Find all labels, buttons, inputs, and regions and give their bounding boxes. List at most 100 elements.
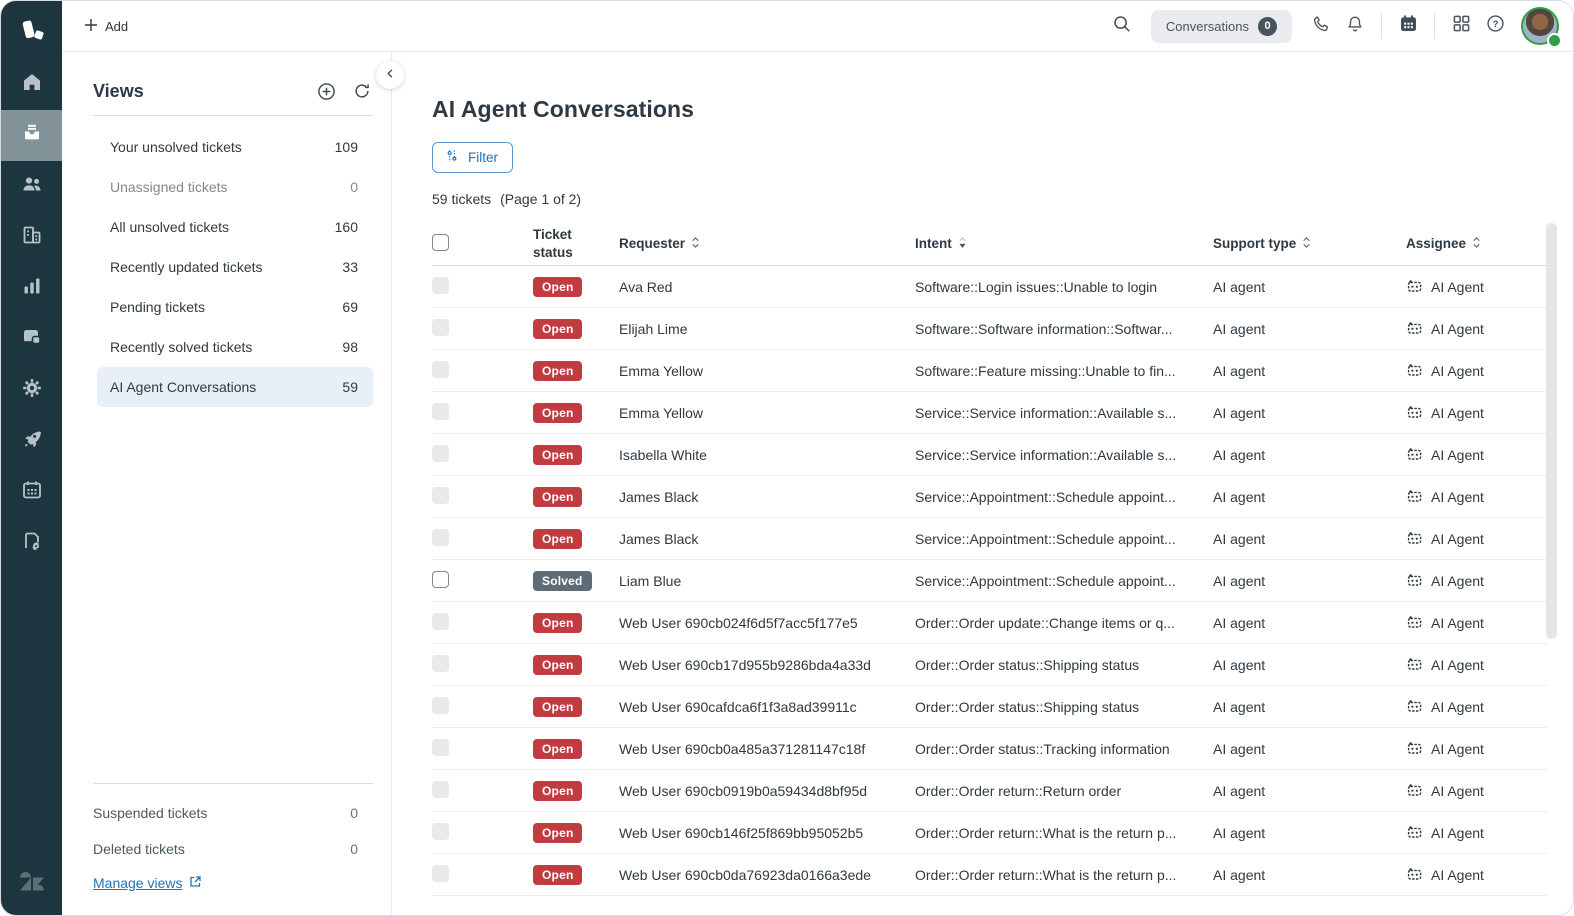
table-row[interactable]: Open Web User 690cb146f25f869bb95052b5 O… — [432, 812, 1547, 854]
quality-assurance-icon — [20, 529, 44, 558]
views-footer-item[interactable]: Deleted tickets 0 — [78, 831, 373, 867]
row-checkbox — [432, 276, 449, 294]
sidebar-item-explore[interactable] — [1, 416, 62, 467]
views-footer-divider — [93, 783, 373, 784]
manage-views-link[interactable]: Manage views — [93, 875, 202, 891]
sidebar-item-tickets[interactable] — [1, 110, 62, 161]
search-button[interactable] — [1105, 9, 1139, 43]
table-row[interactable]: Open James Black Service::Appointment::S… — [432, 476, 1547, 518]
plus-icon — [84, 18, 98, 35]
requester-cell: Web User 690cb024f6d5f7acc5f177e5 — [619, 614, 858, 631]
requester-cell: Web User 690cb17d955b9286bda4a33d — [619, 656, 871, 673]
ticket-status-badge: Open — [533, 486, 583, 507]
view-item-label: Unassigned tickets — [110, 179, 228, 195]
assignee-cell: AI Agent — [1406, 823, 1547, 843]
views-list-item[interactable]: Pending tickets 69 — [97, 287, 373, 327]
sidebar-item-quality-assurance[interactable] — [1, 518, 62, 569]
sort-icon — [1301, 235, 1312, 253]
support-type-cell: AI agent — [1213, 698, 1266, 715]
refresh-views-button[interactable] — [351, 80, 373, 102]
home-icon — [20, 70, 44, 99]
robot-icon — [1406, 403, 1423, 423]
table-header-row: Ticket status Requester Intent Support t… — [432, 222, 1547, 266]
column-header-support-type[interactable]: Support type — [1213, 235, 1406, 253]
sidebar-item-organizations[interactable] — [1, 212, 62, 263]
search-icon — [1112, 14, 1132, 39]
column-header-intent[interactable]: Intent — [915, 235, 1213, 253]
column-header-requester[interactable]: Requester — [619, 235, 915, 253]
views-list-item[interactable]: Recently updated tickets 33 — [97, 247, 373, 287]
vertical-scrollbar[interactable] — [1546, 223, 1557, 639]
requester-cell: Web User 690cb146f25f869bb95052b5 — [619, 824, 864, 841]
filter-button[interactable]: Filter — [432, 142, 513, 173]
collapse-views-button[interactable] — [376, 61, 404, 89]
table-row[interactable]: Open Emma Yellow Software::Feature missi… — [432, 350, 1547, 392]
support-type-cell: AI agent — [1213, 782, 1266, 799]
assignee-name: AI Agent — [1431, 572, 1484, 589]
support-type-cell: AI agent — [1213, 404, 1266, 421]
apps-grid-button[interactable] — [1444, 9, 1478, 43]
table-row[interactable]: Open James Black Service::Appointment::S… — [432, 518, 1547, 560]
reporting-icon — [20, 274, 44, 303]
zendesk-logo — [1, 11, 62, 53]
intent-cell: Order::Order return::What is the return … — [915, 866, 1177, 883]
intent-cell: Service::Appointment::Schedule appoint..… — [915, 572, 1176, 589]
tickets-icon — [20, 121, 44, 150]
table-row[interactable]: Open Ava Red Software::Login issues::Una… — [432, 266, 1547, 308]
table-row[interactable]: Open Web User 690cb0da76923da0166a3ede O… — [432, 854, 1547, 896]
select-all-checkbox[interactable] — [432, 233, 449, 251]
assignee-cell: AI Agent — [1406, 319, 1547, 339]
views-list-item[interactable]: Your unsolved tickets 109 — [97, 127, 373, 167]
views-list-item[interactable]: All unsolved tickets 160 — [97, 207, 373, 247]
ticket-status-badge: Open — [533, 654, 583, 675]
requester-cell: Web User 690cafdca6f1f3a8ad39911c — [619, 698, 857, 715]
sidebar-item-customers[interactable] — [1, 161, 62, 212]
sidebar-item-reporting[interactable] — [1, 263, 62, 314]
sidebar-item-settings[interactable] — [1, 365, 62, 416]
sidebar-item-guide[interactable] — [1, 314, 62, 365]
view-item-count: 98 — [342, 339, 358, 355]
table-row[interactable]: Open Web User 690cafdca6f1f3a8ad39911c O… — [432, 686, 1547, 728]
table-row[interactable]: Open Emma Yellow Service::Service inform… — [432, 392, 1547, 434]
row-checkbox — [432, 738, 449, 756]
sidebar-item-calendar[interactable] — [1, 467, 62, 518]
views-list-item[interactable]: AI Agent Conversations 59 — [97, 367, 373, 407]
app-window: Add Conversations 0 ? Views Your unsolve… — [0, 0, 1574, 916]
view-item-count: 33 — [342, 259, 358, 275]
views-list-item[interactable]: Recently solved tickets 98 — [97, 327, 373, 367]
table-row[interactable]: Open Isabella White Service::Service inf… — [432, 434, 1547, 476]
intent-cell: Software::Login issues::Unable to login — [915, 278, 1158, 295]
table-row[interactable]: Open Web User 690cb0a485a371281147c18f O… — [432, 728, 1547, 770]
assignee-name: AI Agent — [1431, 782, 1484, 799]
robot-icon — [1406, 739, 1423, 759]
column-header-assignee[interactable]: Assignee — [1406, 235, 1547, 253]
add-view-button[interactable] — [315, 80, 337, 102]
row-checkbox[interactable] — [432, 570, 449, 588]
conversations-button[interactable]: Conversations 0 — [1150, 9, 1292, 43]
notifications-button[interactable] — [1338, 9, 1372, 43]
user-avatar[interactable] — [1521, 7, 1562, 48]
phone-button[interactable] — [1304, 9, 1338, 43]
assignee-cell: AI Agent — [1406, 445, 1547, 465]
assignee-name: AI Agent — [1431, 320, 1484, 337]
calendar-button[interactable] — [1391, 9, 1425, 43]
row-checkbox — [432, 360, 449, 378]
ticket-status-badge: Open — [533, 738, 583, 759]
robot-icon — [1406, 319, 1423, 339]
help-button[interactable]: ? — [1478, 9, 1512, 43]
table-row[interactable]: Open Web User 690cb0919b0a59434d8bf95d O… — [432, 770, 1547, 812]
ticket-status-badge: Open — [533, 822, 583, 843]
assignee-name: AI Agent — [1431, 824, 1484, 841]
views-list-item[interactable]: Unassigned tickets 0 — [97, 167, 373, 207]
table-row[interactable]: Open Web User 690cb17d955b9286bda4a33d O… — [432, 644, 1547, 686]
table-row[interactable]: Open Elijah Lime Software::Software info… — [432, 308, 1547, 350]
views-footer-item[interactable]: Suspended tickets 0 — [78, 795, 373, 831]
table-row[interactable]: Open Web User 690cb024f6d5f7acc5f177e5 O… — [432, 602, 1547, 644]
row-checkbox — [432, 822, 449, 840]
table-row[interactable]: Solved Liam Blue Service::Appointment::S… — [432, 560, 1547, 602]
requester-cell: Liam Blue — [619, 572, 682, 589]
assignee-name: AI Agent — [1431, 740, 1484, 757]
sidebar-item-home[interactable] — [1, 59, 62, 110]
topbar-divider — [1434, 13, 1435, 39]
add-button[interactable]: Add — [76, 12, 136, 41]
